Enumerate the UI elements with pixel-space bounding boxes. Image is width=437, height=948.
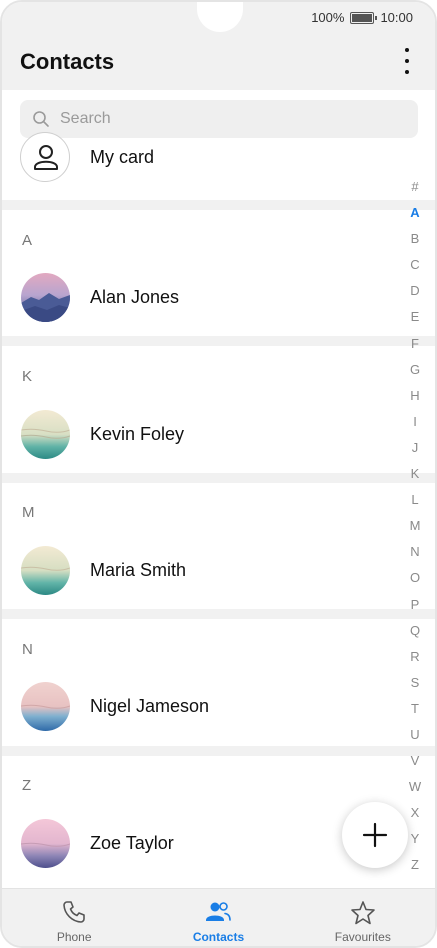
- index-letter-hash[interactable]: #: [411, 174, 418, 200]
- index-letter-u[interactable]: U: [410, 722, 419, 748]
- index-letter-p[interactable]: P: [411, 592, 420, 618]
- index-letter-o[interactable]: O: [410, 565, 420, 591]
- page-title: Contacts: [20, 49, 115, 74]
- index-letter-s[interactable]: S: [411, 670, 420, 696]
- tab-label: Phone: [56, 930, 92, 944]
- contact-name: Alan Jones: [90, 287, 180, 307]
- index-letter-k[interactable]: K: [411, 461, 420, 487]
- section-header-a: A: [22, 232, 33, 249]
- section-divider: [2, 336, 435, 346]
- index-letter-a[interactable]: A: [410, 200, 419, 226]
- tab-contacts[interactable]: Contacts: [146, 889, 290, 946]
- index-letter-h[interactable]: H: [410, 383, 419, 409]
- add-contact-button[interactable]: [342, 802, 408, 868]
- phone-screen: 100% 10:00 Contacts Search My card A Ala…: [0, 0, 437, 948]
- contact-name: Nigel Jameson: [90, 696, 210, 716]
- search-input[interactable]: Search: [20, 100, 418, 138]
- contact-avatar: [21, 819, 70, 868]
- battery-icon: [350, 11, 378, 24]
- index-letter-q[interactable]: Q: [410, 618, 420, 644]
- people-icon: [206, 902, 232, 921]
- contact-avatar: [21, 546, 70, 595]
- index-letter-i[interactable]: I: [413, 409, 417, 435]
- index-letter-r[interactable]: R: [410, 644, 419, 670]
- index-letter-c[interactable]: C: [410, 252, 419, 278]
- status-bar: 100% 10:00: [2, 2, 435, 34]
- status-indicators: 100% 10:00: [311, 10, 413, 25]
- contact-name: Zoe Taylor: [90, 833, 174, 853]
- contact-row-nigel-jameson[interactable]: Nigel Jameson: [2, 682, 435, 742]
- my-card-row[interactable]: My card: [2, 132, 435, 196]
- contact-row-maria-smith[interactable]: Maria Smith: [2, 546, 435, 606]
- contact-row-alan-jones[interactable]: Alan Jones: [2, 273, 435, 333]
- contact-avatar: [21, 682, 70, 731]
- contact-avatar: [21, 273, 70, 322]
- star-icon: [351, 901, 375, 925]
- contact-row-kevin-foley[interactable]: Kevin Foley: [2, 410, 435, 470]
- tab-label: Contacts: [192, 930, 245, 944]
- index-letter-g[interactable]: G: [410, 357, 420, 383]
- search-placeholder: Search: [60, 110, 111, 127]
- section-divider: [2, 473, 435, 483]
- index-letter-l[interactable]: L: [411, 487, 418, 513]
- index-letter-y[interactable]: Y: [411, 826, 420, 852]
- battery-percent: 100%: [311, 10, 345, 25]
- contact-name: Maria Smith: [90, 560, 187, 580]
- app-header: Contacts: [2, 34, 435, 90]
- more-vert-icon[interactable]: [403, 48, 411, 74]
- tab-favourites[interactable]: Favourites: [291, 889, 435, 946]
- index-letter-v[interactable]: V: [411, 748, 420, 774]
- alphabet-index[interactable]: # A B C D E F G H I J K L M N O P Q R S T U V W X Y Z: [405, 174, 425, 879]
- section-header-n: N: [22, 641, 33, 658]
- index-letter-b[interactable]: B: [411, 226, 420, 252]
- index-letter-d[interactable]: D: [410, 278, 419, 304]
- index-letter-m[interactable]: M: [410, 513, 421, 539]
- contact-name: Kevin Foley: [90, 424, 185, 444]
- my-card-label: My card: [90, 147, 155, 167]
- camera-notch: [197, 2, 243, 32]
- phone-icon: [63, 901, 85, 923]
- section-header-m: M: [22, 504, 35, 521]
- index-letter-w[interactable]: W: [409, 774, 421, 800]
- plus-icon: [362, 822, 388, 848]
- search-icon: [33, 111, 49, 127]
- person-icon: [20, 132, 70, 182]
- index-letter-f[interactable]: F: [411, 331, 419, 357]
- index-letter-z[interactable]: Z: [411, 852, 419, 878]
- index-letter-n[interactable]: N: [410, 539, 419, 565]
- section-divider: [2, 200, 435, 210]
- clock: 10:00: [380, 10, 413, 25]
- tab-label: Favourites: [334, 930, 391, 944]
- bottom-navigation: Phone Contacts Favourites: [2, 888, 435, 946]
- tab-phone[interactable]: Phone: [2, 889, 146, 946]
- index-letter-t[interactable]: T: [411, 696, 419, 722]
- section-header-k: K: [22, 368, 33, 385]
- index-letter-e[interactable]: E: [411, 304, 420, 330]
- contact-avatar: [21, 410, 70, 459]
- section-header-z: Z: [22, 777, 32, 794]
- section-divider: [2, 746, 435, 756]
- index-letter-x[interactable]: X: [411, 800, 420, 826]
- section-divider: [2, 609, 435, 619]
- index-letter-j[interactable]: J: [412, 435, 419, 461]
